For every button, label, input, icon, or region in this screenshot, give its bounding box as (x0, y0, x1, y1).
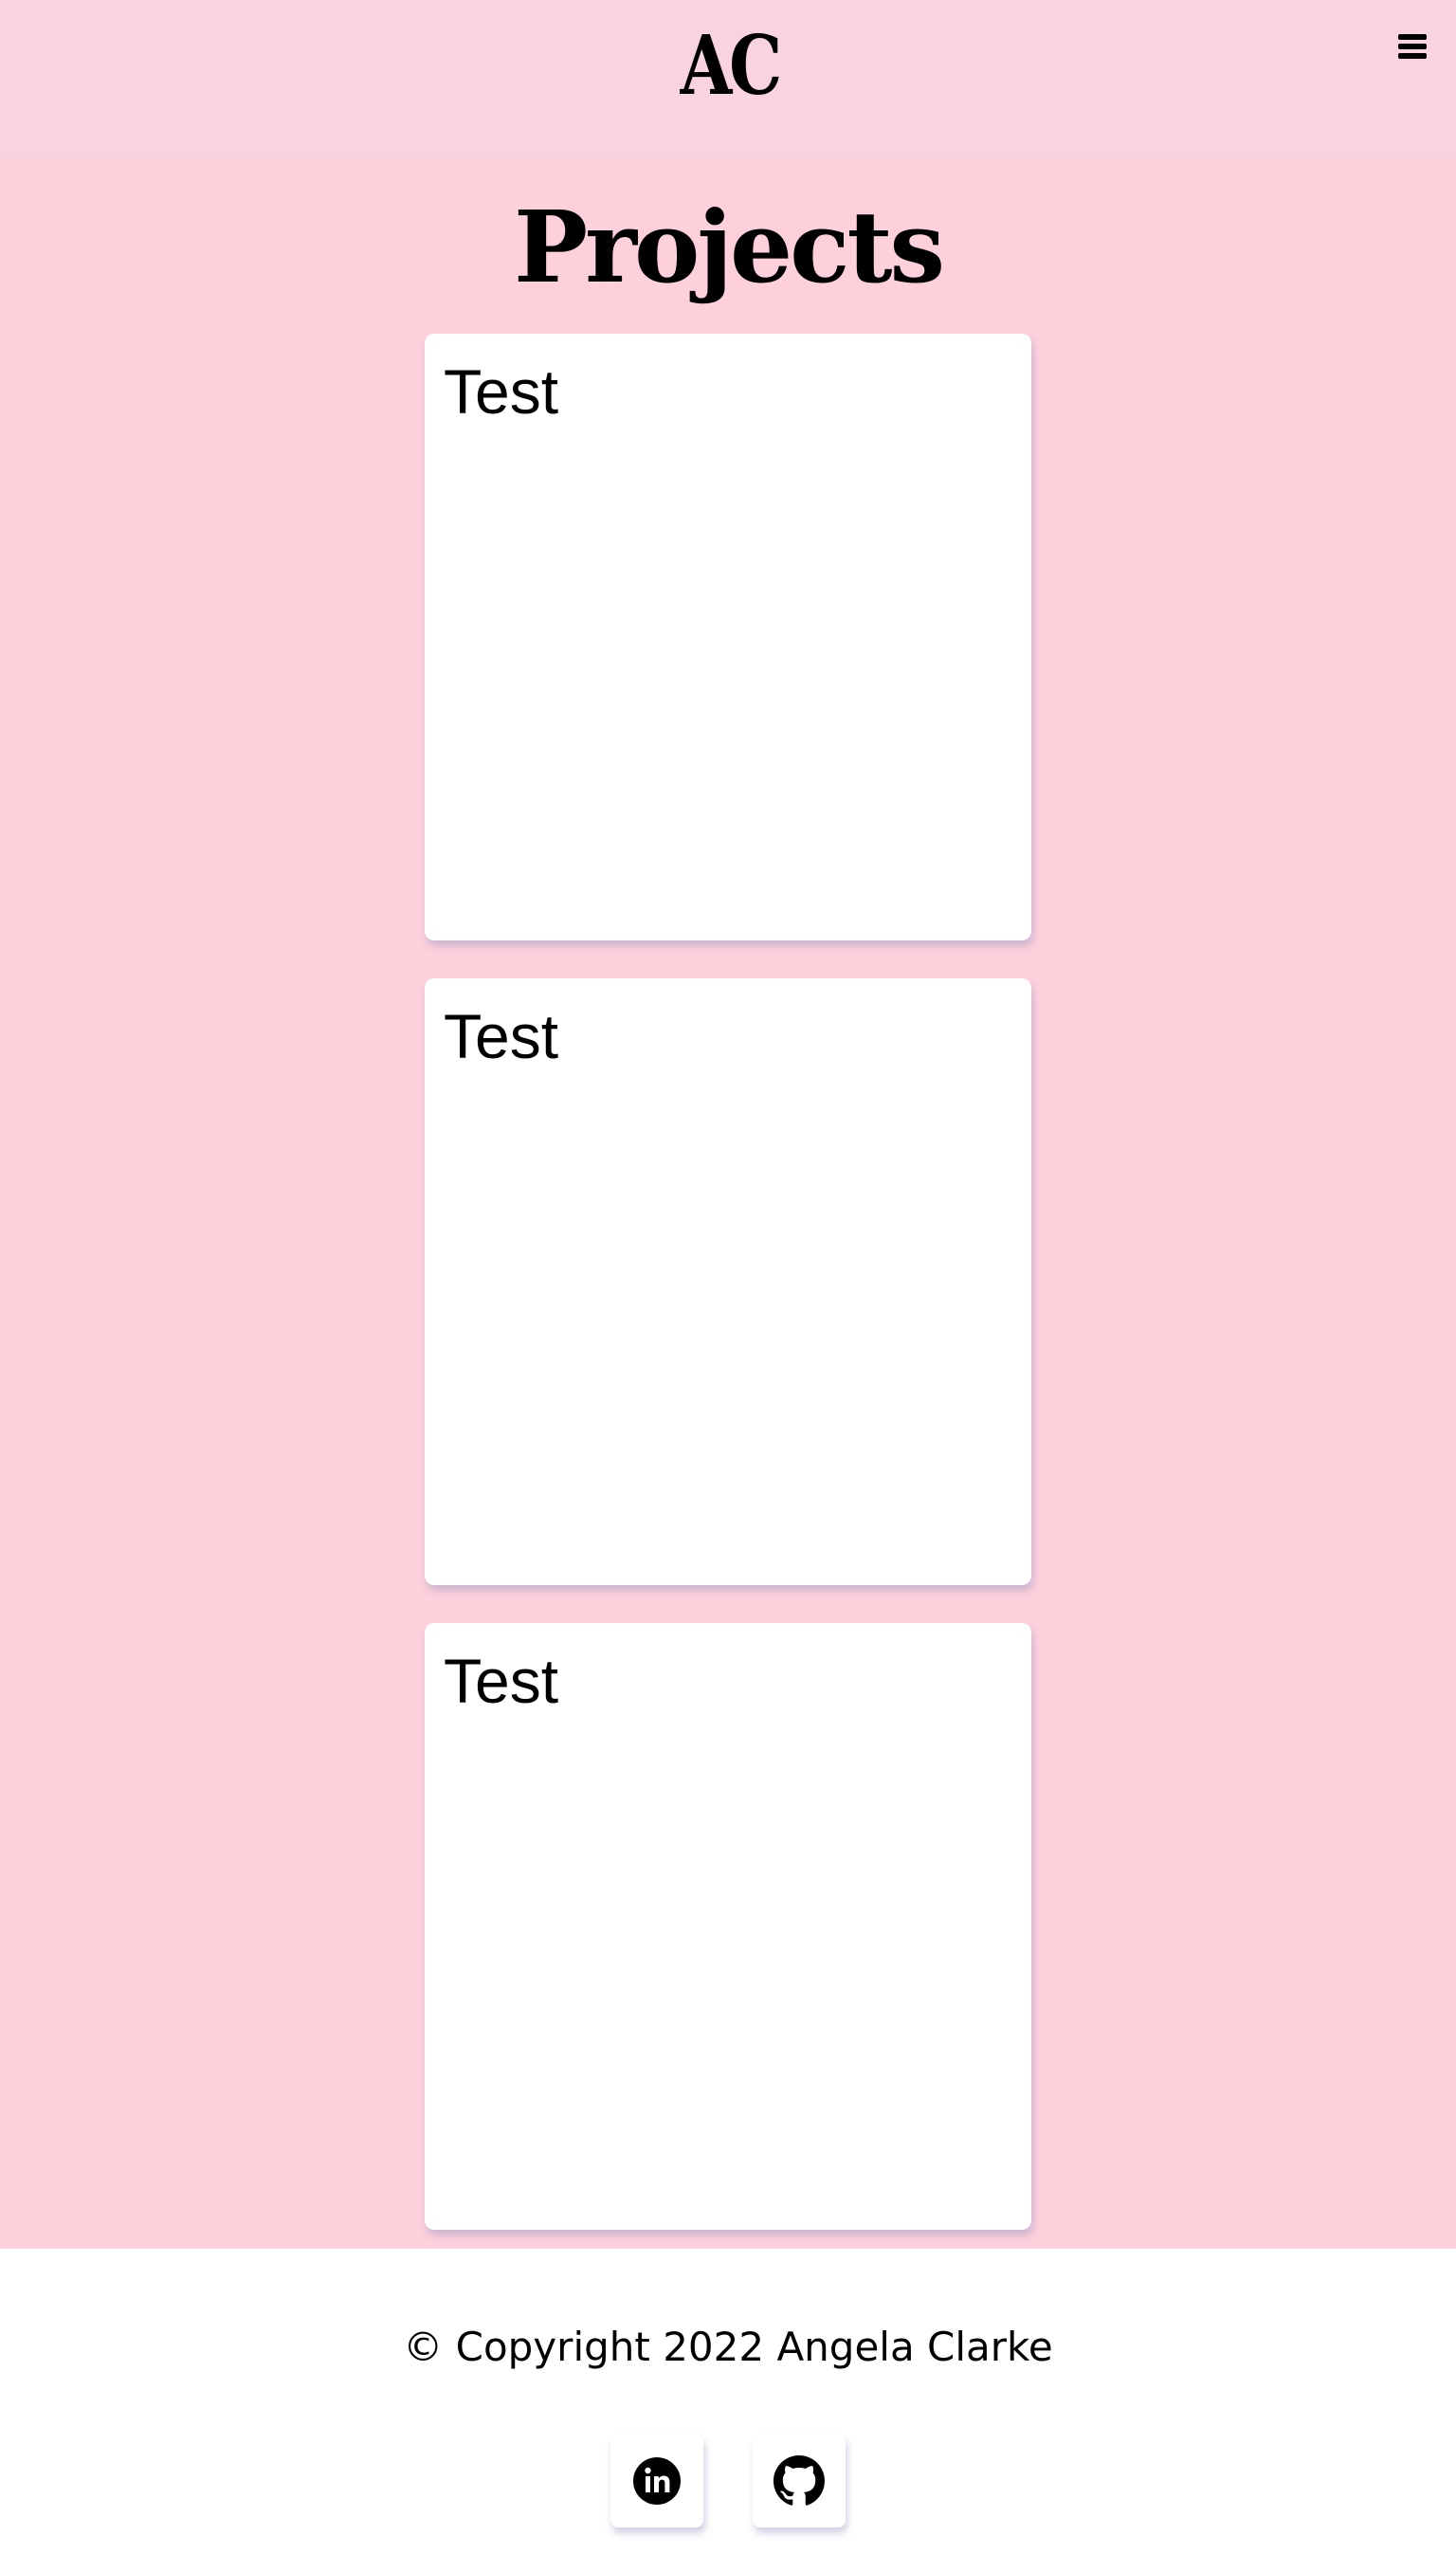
project-card[interactable]: Test (425, 978, 1031, 1585)
project-card-title: Test (444, 1646, 559, 1716)
project-card[interactable]: Test (425, 1623, 1031, 2230)
footer: © Copyright 2022 Angela Clarke (0, 2249, 1456, 2554)
project-card-title: Test (444, 1001, 559, 1071)
projects-section: Projects Test Test Test (0, 157, 1456, 2249)
project-card-title: Test (444, 356, 559, 427)
page-title: Projects (513, 189, 945, 305)
project-card[interactable]: Test (425, 334, 1031, 940)
github-button[interactable] (753, 2435, 846, 2527)
linkedin-icon (633, 2457, 681, 2505)
hamburger-menu-icon[interactable] (1398, 34, 1427, 59)
navbar: AC (0, 0, 1456, 157)
copyright-text: © Copyright 2022 Angela Clarke (403, 2324, 1053, 2370)
github-icon (774, 2455, 825, 2506)
logo[interactable]: AC (133, 19, 1327, 114)
linkedin-button[interactable] (610, 2435, 703, 2527)
